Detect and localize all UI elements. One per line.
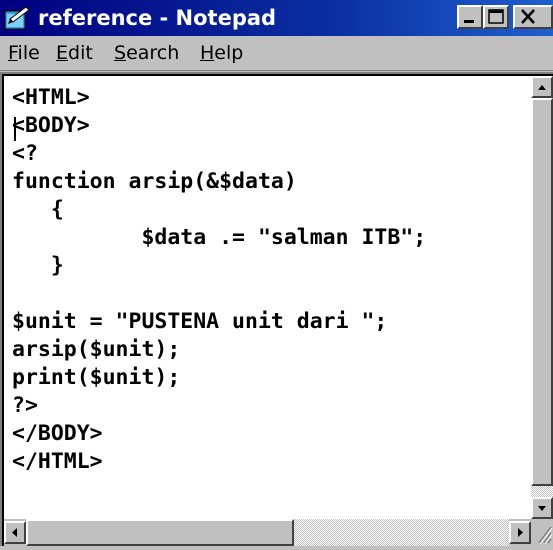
code-line: $data .= "salman ITB"; [12, 225, 427, 250]
horizontal-scroll-thumb[interactable] [26, 519, 294, 546]
resize-grip[interactable] [531, 519, 553, 546]
arrow-up-icon [538, 85, 546, 90]
menu-bar: File Edit Search Help [0, 36, 553, 71]
menu-edit[interactable]: Edit [56, 40, 93, 66]
resize-grip-icon [538, 526, 553, 545]
text-edit-area[interactable]: <HTML> <BODY> <? function arsip(&$data) … [12, 84, 532, 504]
editor-inner: <HTML> <BODY> <? function arsip(&$data) … [2, 74, 553, 546]
code-line: <? [12, 141, 38, 166]
code-line: </BODY> [12, 421, 103, 446]
code-line: $unit = "PUSTENA unit dari "; [12, 309, 388, 334]
notepad-icon[interactable] [4, 5, 30, 31]
editor-frame: <HTML> <BODY> <? function arsip(&$data) … [0, 72, 553, 546]
vertical-scrollbar[interactable] [531, 76, 553, 519]
minimize-button[interactable] [457, 5, 483, 29]
window-title: reference - Notepad [38, 6, 277, 30]
menu-search[interactable]: Search [114, 40, 179, 66]
code-line: ?> [12, 393, 38, 418]
code-line: arsip($unit); [12, 337, 181, 362]
horizontal-scrollbar[interactable] [4, 519, 531, 546]
minimize-icon [464, 20, 474, 23]
scroll-up-button[interactable] [531, 76, 553, 98]
scroll-right-button[interactable] [509, 521, 531, 544]
code-line: { [12, 197, 64, 222]
maximize-icon [488, 9, 504, 24]
code-line: <HTML> [12, 85, 90, 110]
arrow-right-icon [518, 528, 523, 537]
maximize-button[interactable] [483, 5, 509, 29]
arrow-down-icon [538, 506, 546, 511]
code-line: print($unit); [12, 365, 181, 390]
scroll-down-button[interactable] [531, 497, 553, 519]
code-line: </HTML> [12, 449, 103, 474]
scroll-left-button[interactable] [4, 521, 26, 544]
arrow-left-icon [12, 528, 17, 537]
title-bar[interactable]: reference - Notepad [0, 0, 553, 36]
code-line: } [12, 253, 64, 278]
menu-file[interactable]: File [8, 40, 40, 66]
close-button[interactable] [513, 5, 553, 29]
menu-help[interactable]: Help [200, 40, 243, 66]
notepad-window: reference - Notepad File Edit Search Hel… [0, 0, 553, 546]
code-line: function arsip(&$data) [12, 169, 297, 194]
code-line: <BODY> [12, 113, 90, 138]
text-caret [14, 117, 16, 141]
vertical-scroll-thumb[interactable] [531, 98, 553, 486]
close-icon [521, 9, 535, 24]
